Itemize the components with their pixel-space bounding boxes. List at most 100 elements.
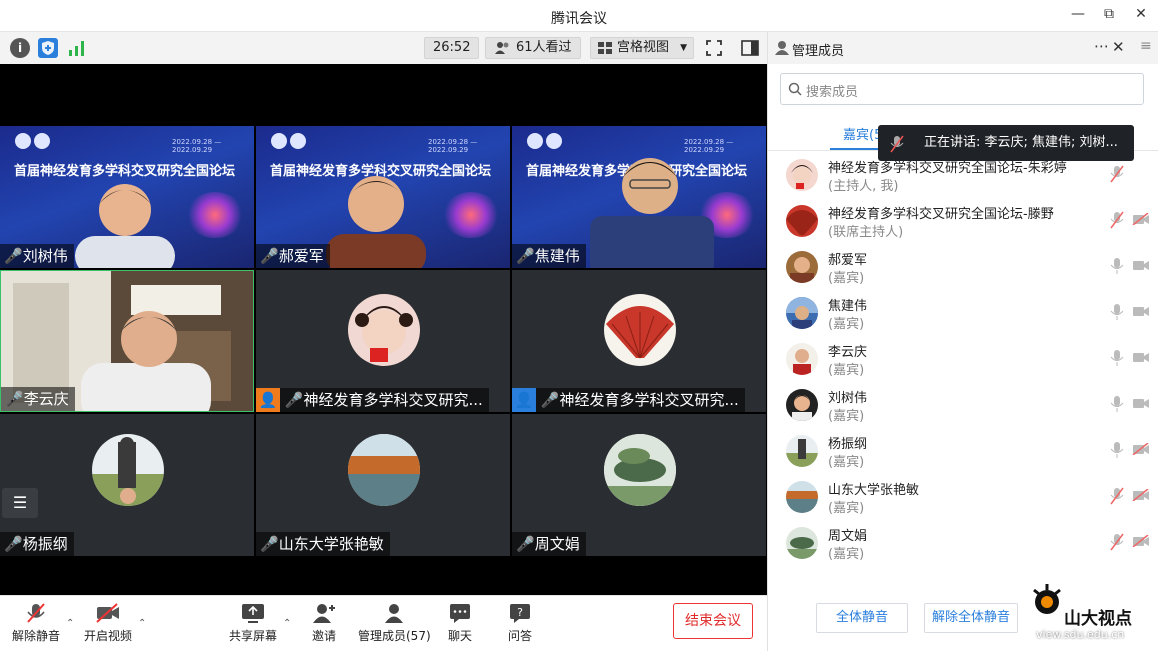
member-row[interactable]: 神经发育多学科交叉研究全国论坛-滕野 (联席主持人) <box>768 201 1158 247</box>
brain-graphic <box>186 192 244 238</box>
signal-icon[interactable] <box>67 38 87 58</box>
qa-button[interactable]: ? 问答 <box>508 602 532 644</box>
close-icon[interactable]: ✕ <box>1131 6 1151 22</box>
banner-date: 2022.09.28 — 2022.09.29 <box>428 138 478 154</box>
mic-muted-icon[interactable] <box>1110 487 1124 505</box>
chat-icon <box>450 604 470 623</box>
shield-icon[interactable] <box>38 38 58 58</box>
watermark: 山大视点 view.sdu.edu.cn <box>1030 582 1158 642</box>
qa-label: 问答 <box>508 629 533 643</box>
participant-name: 杨振纲 <box>22 535 68 553</box>
video-tile[interactable]: 👤 🎤神经发育多学科交叉研究... <box>512 270 766 412</box>
camera-off-icon[interactable] <box>1132 489 1150 501</box>
camera-off-icon[interactable] <box>1132 535 1150 547</box>
chevron-up-icon[interactable]: ⌃ <box>283 618 291 629</box>
start-video-button[interactable]: 开启视频 <box>84 602 132 644</box>
more-icon[interactable]: ⋯ <box>1094 37 1109 55</box>
participant-video <box>326 176 426 268</box>
invite-button[interactable]: 邀请 <box>312 602 336 644</box>
menu-icon[interactable]: ≡ <box>1140 38 1152 54</box>
mic-muted-icon: 🎤 <box>516 535 535 553</box>
camera-icon[interactable] <box>1132 397 1150 409</box>
members-panel: 管理成员 ⋯ ✕ ≡ 搜索成员 嘉宾(5 神经发育多学科交叉研究全国论坛-朱彩婷… <box>767 32 1158 651</box>
camera-icon[interactable] <box>1132 351 1150 363</box>
close-icon[interactable]: ✕ <box>1112 38 1125 56</box>
member-row[interactable]: 李云庆 (嘉宾) <box>768 339 1158 385</box>
manage-members-button[interactable]: 管理成员(57) <box>358 602 431 644</box>
speaking-indicator: 正在讲话: 李云庆; 焦建伟; 刘树... <box>878 125 1134 161</box>
mic-icon[interactable] <box>1110 257 1124 275</box>
end-meeting-button[interactable]: 结束会议 <box>673 603 753 639</box>
mic-icon[interactable] <box>1110 303 1124 321</box>
banner-date: 2022.09.28 — 2022.09.29 <box>172 138 222 154</box>
unmute-label: 解除静音 <box>12 629 61 643</box>
svg-text:?: ? <box>517 606 523 619</box>
participant-nameplate: 🎤刘树伟 <box>0 244 74 268</box>
member-row[interactable]: 周文娟 (嘉宾) <box>768 523 1158 569</box>
member-avatar <box>786 435 818 467</box>
search-placeholder: 搜索成员 <box>806 85 859 100</box>
control-bar: 解除静音 ⌃ 开启视频 ⌃ 共享屏幕 ⌃ 邀请 管理成员(57) 聊天 ? 问答… <box>0 595 767 651</box>
mute-all-button[interactable]: 全体静音 <box>816 603 908 633</box>
member-row[interactable]: 刘树伟 (嘉宾) <box>768 385 1158 431</box>
camera-icon[interactable] <box>1132 305 1150 317</box>
video-tile[interactable]: 2022.09.28 — 2022.09.29 首届神经发育多学科交叉研究全国论… <box>512 126 766 268</box>
member-search-input[interactable]: 搜索成员 <box>780 73 1144 105</box>
member-row[interactable]: 杨振纲 (嘉宾) <box>768 431 1158 477</box>
member-row[interactable]: 山东大学张艳敏 (嘉宾) <box>768 477 1158 523</box>
unmute-all-button[interactable]: 解除全体静音 <box>924 603 1018 633</box>
banner-title: 首届神经发育多学科交叉研究全国论坛 <box>14 164 236 179</box>
minimize-icon[interactable]: — <box>1068 6 1088 22</box>
video-label: 开启视频 <box>84 629 133 643</box>
member-avatar <box>786 297 818 329</box>
member-role: (嘉宾) <box>828 501 865 516</box>
participant-video <box>590 158 714 268</box>
video-tile[interactable]: ☰ 🎤杨振纲 <box>0 414 254 556</box>
tab-guests[interactable]: 嘉宾(5 <box>843 124 882 143</box>
panel-title: 管理成员 <box>792 44 845 59</box>
share-screen-icon <box>242 604 264 623</box>
info-icon[interactable]: i <box>10 38 30 58</box>
mic-icon[interactable] <box>1110 441 1124 459</box>
member-row[interactable]: 郝爱军 (嘉宾) <box>768 247 1158 293</box>
sidebar-toggle-icon[interactable] <box>740 38 760 58</box>
video-tile[interactable]: 🎤周文娟 <box>512 414 766 556</box>
share-screen-button[interactable]: 共享屏幕 <box>229 602 277 644</box>
view-mode-select[interactable]: 宫格视图 ▼ <box>590 37 695 59</box>
member-name: 周文娟 <box>828 529 868 544</box>
video-tile[interactable]: 2022.09.28 — 2022.09.29 首届神经发育多学科交叉研究全国论… <box>0 126 254 268</box>
member-avatar <box>786 343 818 375</box>
fullscreen-icon[interactable] <box>704 38 724 58</box>
mic-muted-icon[interactable] <box>1110 165 1124 183</box>
chevron-up-icon[interactable]: ⌃ <box>66 618 74 629</box>
chevron-up-icon[interactable]: ⌃ <box>138 618 146 629</box>
video-tile[interactable]: 👤 🎤神经发育多学科交叉研究... <box>256 270 510 412</box>
chevron-down-icon: ▼ <box>680 43 688 53</box>
chat-button[interactable]: 聊天 <box>448 602 472 644</box>
list-toggle-icon[interactable]: ☰ <box>2 488 38 518</box>
member-row[interactable]: 神经发育多学科交叉研究全国论坛-朱彩婷 (主持人, 我) <box>768 155 1158 201</box>
speaking-text: 正在讲话: 李云庆; 焦建伟; 刘树... <box>924 135 1118 150</box>
video-tile[interactable]: 2022.09.28 — 2022.09.29 首届神经发育多学科交叉研究全国论… <box>256 126 510 268</box>
mic-muted-icon[interactable] <box>1110 533 1124 551</box>
camera-icon[interactable] <box>1132 259 1150 271</box>
viewers-count[interactable]: 61人看过 <box>485 37 581 59</box>
mic-muted-icon[interactable] <box>1110 211 1124 229</box>
camera-off-icon[interactable] <box>1132 213 1150 225</box>
member-name: 杨振纲 <box>828 437 868 452</box>
camera-off-icon <box>96 603 119 623</box>
view-mode-label: 宫格视图 <box>617 40 670 55</box>
member-role: (嘉宾) <box>828 363 865 378</box>
unmute-button[interactable]: 解除静音 <box>12 602 60 644</box>
meeting-toolbar: i 26:52 61人看过 宫格视图 ▼ <box>0 32 767 64</box>
camera-off-icon[interactable] <box>1132 443 1150 455</box>
watermark-url: view.sdu.edu.cn <box>1036 628 1125 641</box>
question-icon: ? <box>510 604 530 623</box>
member-row[interactable]: 焦建伟 (嘉宾) <box>768 293 1158 339</box>
video-tile[interactable]: 🎤山东大学张艳敏 <box>256 414 510 556</box>
video-tile-active-speaker[interactable]: 🎤李云庆 <box>0 270 254 412</box>
mic-icon[interactable] <box>1110 395 1124 413</box>
viewers-label: 61人看过 <box>516 40 572 55</box>
mic-icon[interactable] <box>1110 349 1124 367</box>
restore-icon[interactable]: ⧉ <box>1099 6 1119 22</box>
